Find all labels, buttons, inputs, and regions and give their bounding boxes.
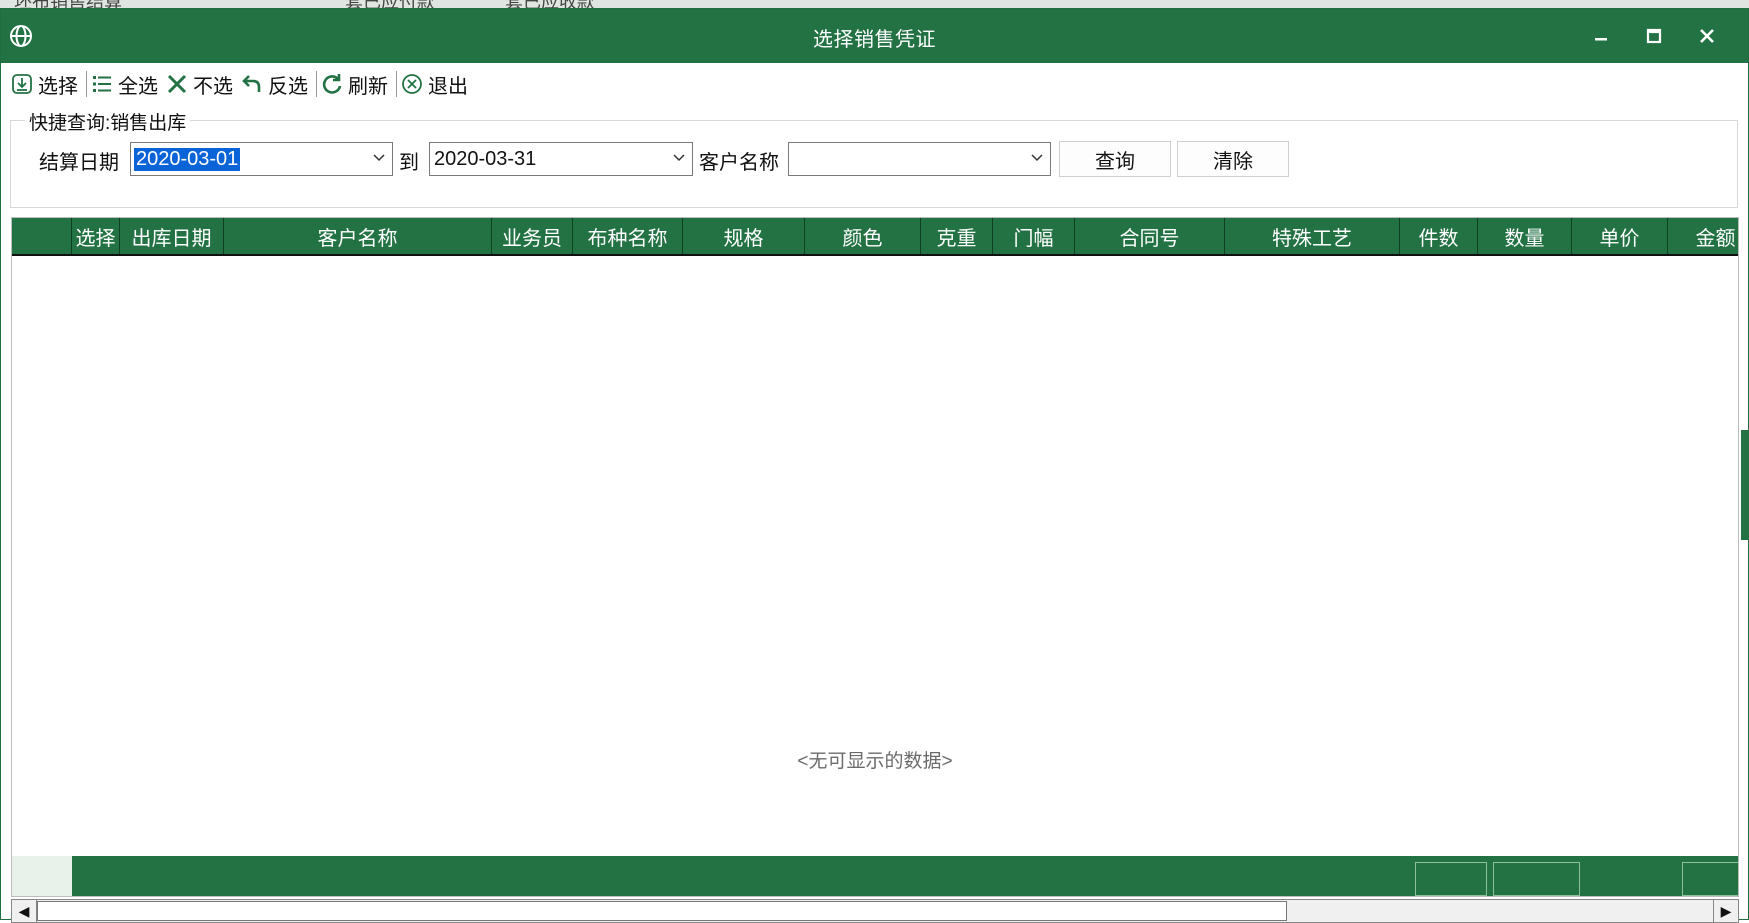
quick-query-group: 快捷查询:销售出库 结算日期 2020-03-01 到 2020-03-31 客…: [10, 108, 1738, 208]
to-label: 到: [399, 152, 419, 174]
circle-x-icon: [402, 74, 422, 94]
column-header-amount[interactable]: 金额: [1668, 218, 1738, 254]
chevron-down-icon[interactable]: [1030, 151, 1044, 165]
chevron-down-icon[interactable]: [672, 151, 686, 165]
footer-sum-pieces: [1415, 862, 1487, 896]
select-sales-voucher-dialog: 选择销售凭证 选择 全选 不选 反选 刷新 退出 快捷查询:销售出库 结算日期 …: [0, 8, 1749, 923]
column-header-quantity[interactable]: 数量: [1478, 218, 1572, 254]
column-header-contract-no[interactable]: 合同号: [1075, 218, 1225, 254]
x-icon: [167, 74, 187, 94]
scrollbar-thumb[interactable]: [37, 901, 1287, 921]
footer-sum-amount: [1682, 862, 1738, 896]
invert-selection-button[interactable]: 反选: [239, 67, 314, 101]
column-header-customer-name[interactable]: 客户名称: [224, 218, 492, 254]
empty-grid-message: <无可显示的数据>: [797, 751, 953, 772]
column-header-fabric-name[interactable]: 布种名称: [573, 218, 683, 254]
column-header-salesperson[interactable]: 业务员: [492, 218, 573, 254]
grid-summary-footer: [12, 856, 1738, 896]
refresh-label: 刷新: [348, 75, 388, 98]
undo-icon: [242, 75, 261, 92]
window-title: 选择销售凭证: [813, 29, 936, 51]
column-header-select[interactable]: 选择: [72, 218, 120, 254]
background-window-edge: [1741, 430, 1749, 540]
grid-header: 选择 出库日期 客户名称 业务员 布种名称 规格 颜色 克重 门幅 合同号 特殊…: [12, 218, 1738, 256]
download-icon: [12, 74, 32, 94]
customer-name-combo[interactable]: [788, 142, 1051, 176]
sales-voucher-grid: 选择 出库日期 客户名称 业务员 布种名称 规格 颜色 克重 门幅 合同号 特殊…: [11, 217, 1739, 897]
toolbar-separator: [316, 71, 317, 97]
column-header-special-process[interactable]: 特殊工艺: [1225, 218, 1400, 254]
date-to-value: 2020-03-31: [434, 148, 537, 170]
close-button[interactable]: [1680, 9, 1734, 63]
customer-name-label: 客户名称: [699, 152, 779, 174]
date-to-picker[interactable]: 2020-03-31: [429, 142, 693, 176]
minimize-button[interactable]: [1574, 9, 1628, 63]
title-bar[interactable]: 选择销售凭证: [1, 9, 1748, 63]
deselect-label: 不选: [193, 75, 233, 98]
select-button[interactable]: 选择: [9, 67, 84, 101]
toolbar: 选择 全选 不选 反选 刷新 退出: [1, 65, 1748, 103]
column-header-weight[interactable]: 克重: [921, 218, 993, 254]
refresh-icon: [322, 74, 342, 94]
column-header-indicator[interactable]: [12, 218, 72, 254]
date-from-picker[interactable]: 2020-03-01: [130, 142, 393, 176]
refresh-button[interactable]: 刷新: [319, 67, 394, 101]
column-header-color[interactable]: 颜色: [805, 218, 921, 254]
settle-date-label: 结算日期: [39, 152, 119, 174]
column-header-pieces[interactable]: 件数: [1400, 218, 1478, 254]
horizontal-scrollbar[interactable]: ◀ ▶: [11, 899, 1739, 923]
column-header-unit-price[interactable]: 单价: [1572, 218, 1668, 254]
arrow-right-icon: ▶: [1720, 902, 1732, 919]
maximize-button[interactable]: [1627, 9, 1681, 63]
toolbar-separator: [86, 71, 87, 97]
minimize-icon: [1595, 38, 1607, 41]
deselect-button[interactable]: 不选: [164, 67, 239, 101]
footer-corner: [12, 856, 72, 896]
footer-sum-quantity: [1493, 862, 1580, 896]
quick-query-legend: 快捷查询:销售出库: [25, 108, 191, 135]
column-header-spec[interactable]: 规格: [683, 218, 805, 254]
background-tab: 套已应付款: [345, 0, 435, 8]
close-icon: [1700, 29, 1714, 43]
scroll-right-button[interactable]: ▶: [1713, 900, 1738, 922]
background-tab: 套已应收款: [505, 0, 595, 8]
select-all-button[interactable]: 全选: [89, 67, 164, 101]
arrow-left-icon: ◀: [18, 902, 30, 919]
scroll-left-button[interactable]: ◀: [12, 900, 37, 922]
background-tab: 坯布销售结算: [14, 0, 122, 8]
toolbar-separator: [396, 71, 397, 97]
invert-selection-label: 反选: [268, 75, 308, 98]
maximize-icon: [1646, 28, 1662, 44]
background-app-strip: 坯布销售结算 套已应付款 套已应收款: [0, 0, 1749, 8]
column-header-width[interactable]: 门幅: [993, 218, 1075, 254]
query-button[interactable]: 查询: [1059, 141, 1171, 177]
clear-button[interactable]: 清除: [1177, 141, 1289, 177]
select-all-label: 全选: [118, 75, 158, 98]
chevron-down-icon[interactable]: [372, 151, 386, 165]
exit-label: 退出: [428, 75, 468, 98]
select-button-label: 选择: [38, 75, 78, 98]
date-from-value: 2020-03-01: [134, 148, 241, 171]
list-icon: [93, 76, 111, 92]
column-header-outbound-date[interactable]: 出库日期: [120, 218, 224, 254]
exit-button[interactable]: 退出: [399, 67, 474, 101]
